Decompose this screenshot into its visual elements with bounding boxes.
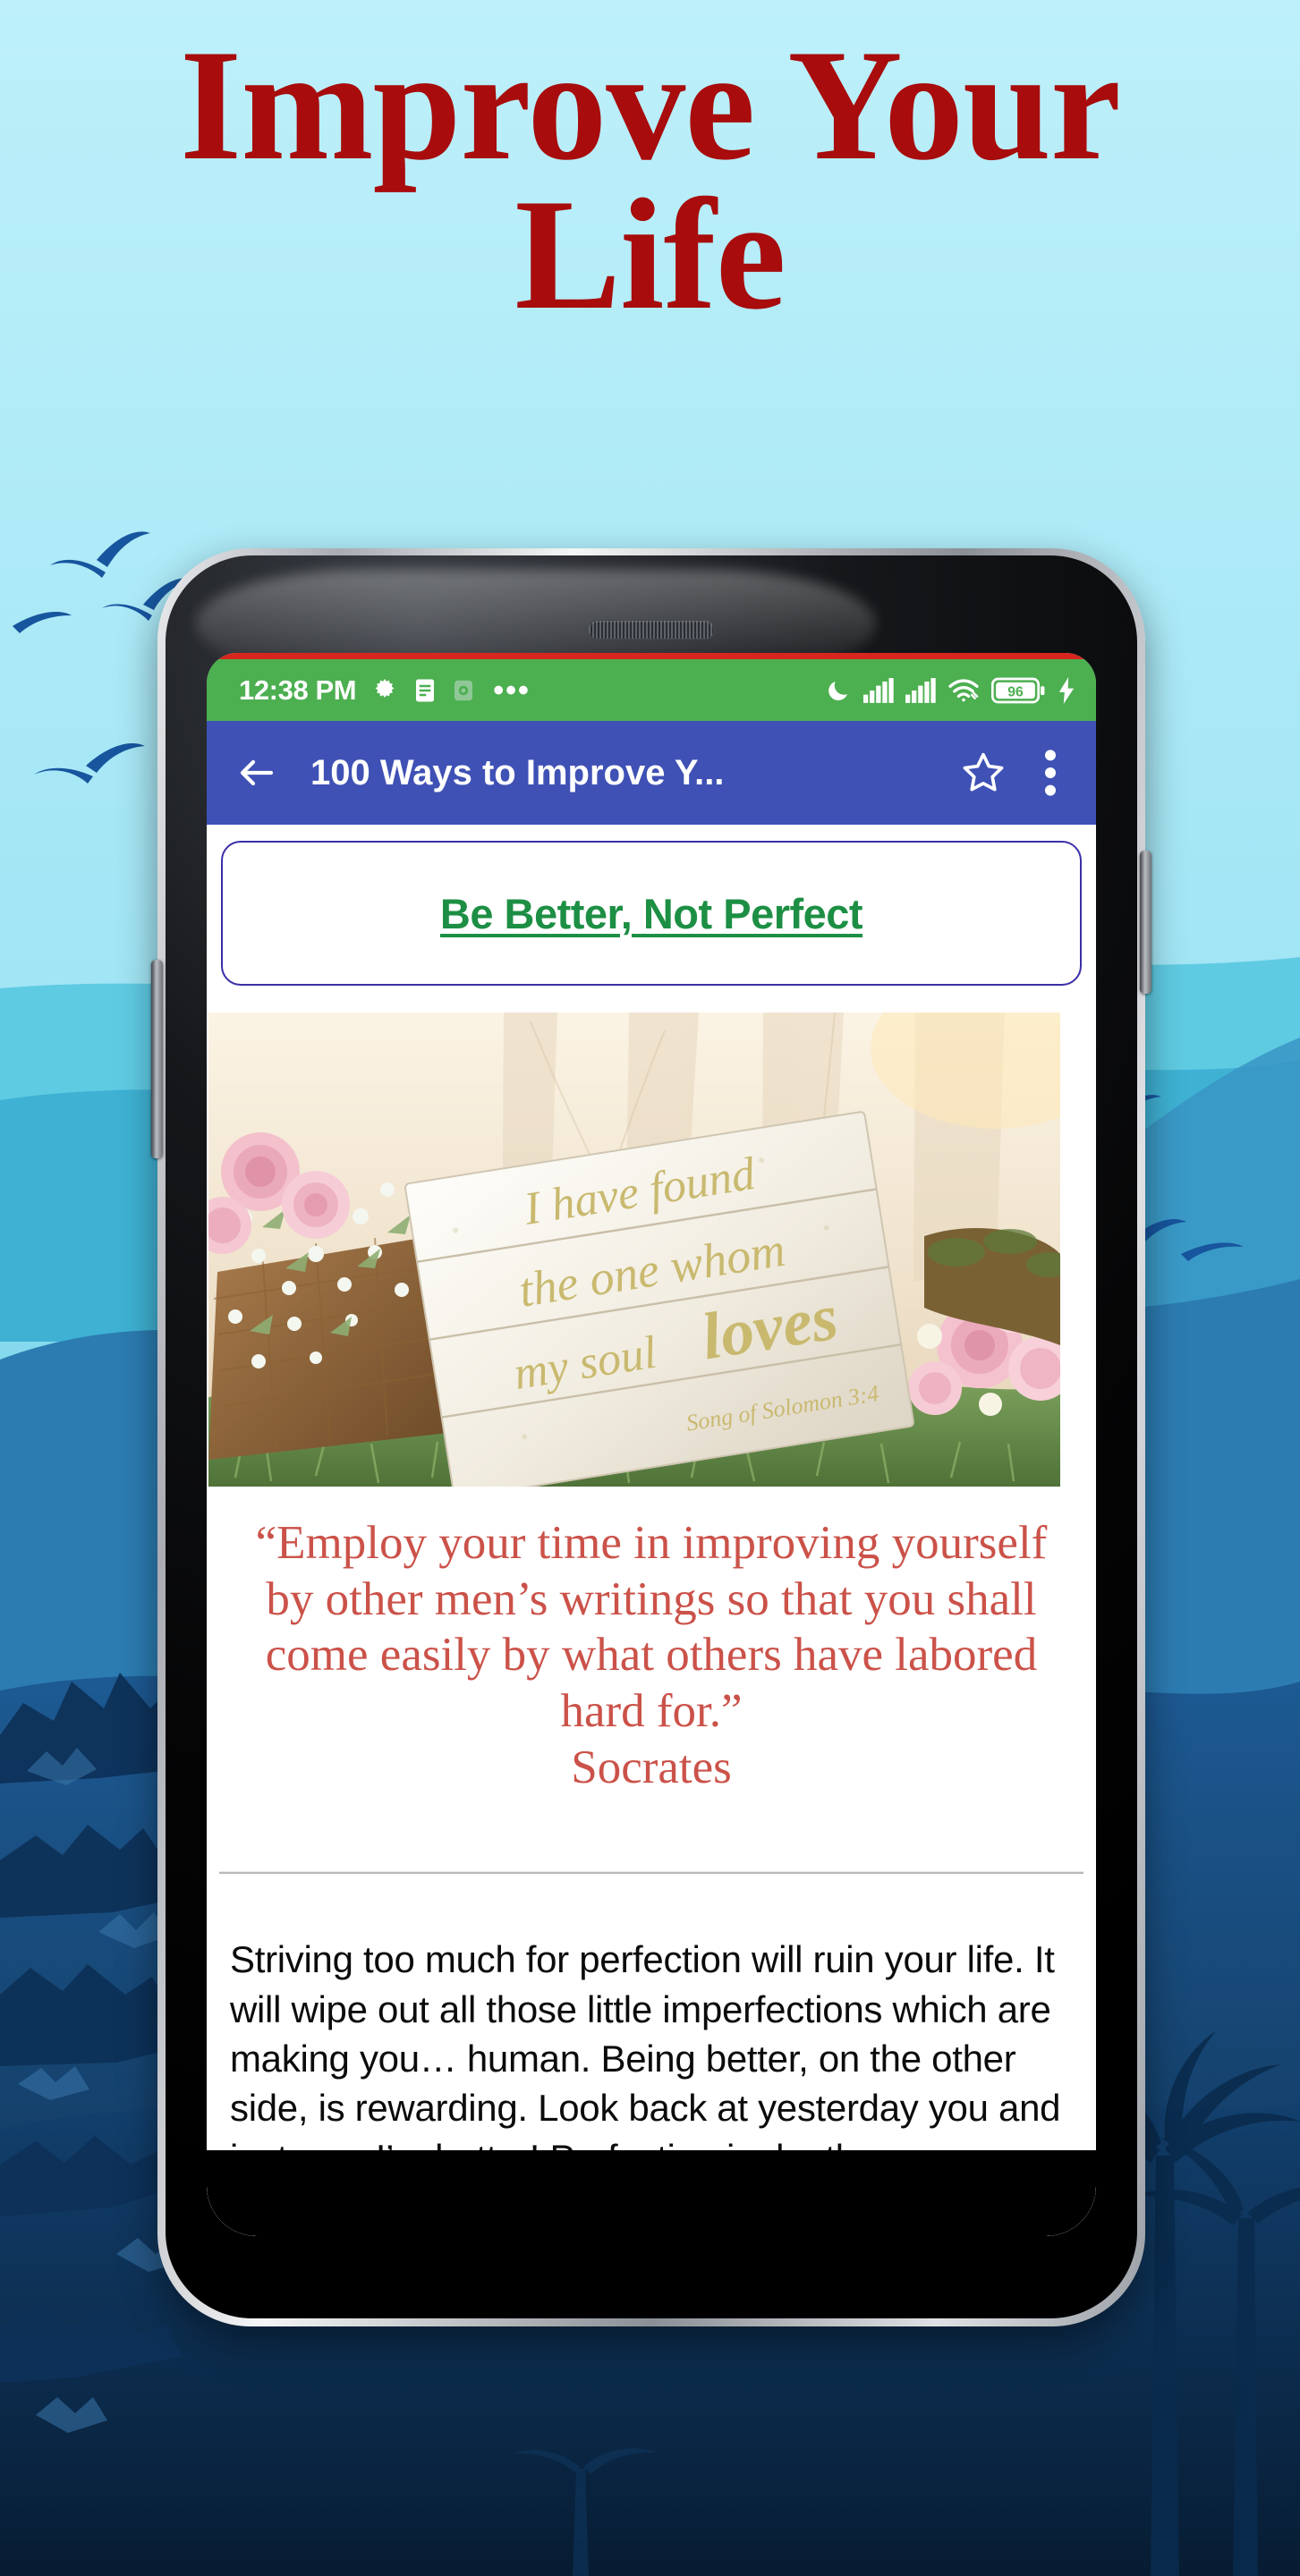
status-overflow-dots: ••• xyxy=(493,673,531,708)
article-quote: “Employ your time in improving yourself … xyxy=(255,1517,1048,1737)
status-bar-right: 96 xyxy=(825,676,1076,704)
status-bar: 12:38 PM ••• 96 xyxy=(207,659,1096,721)
article-title-card[interactable]: Be Better, Not Perfect xyxy=(221,841,1082,986)
gear-icon xyxy=(371,677,398,704)
article-photo-illustration: I have found the one whom my soul loves … xyxy=(208,1013,1060,1487)
signal-icon xyxy=(905,677,936,703)
phone-mockup: 12:38 PM ••• 96 100 Ways to Improve Y...… xyxy=(151,548,1151,2326)
screen-top-accent-line xyxy=(207,653,1096,659)
overflow-menu-icon[interactable] xyxy=(1028,744,1073,801)
document-icon xyxy=(413,677,437,704)
favorite-star-icon[interactable] xyxy=(955,744,1012,801)
status-bar-left: 12:38 PM ••• xyxy=(239,674,531,707)
back-button[interactable] xyxy=(230,746,284,800)
battery-icon: 96 xyxy=(991,677,1045,704)
status-time: 12:38 PM xyxy=(239,674,357,706)
charging-bolt-icon xyxy=(1057,676,1076,704)
article-content[interactable]: Be Better, Not Perfect I have found the … xyxy=(207,825,1096,2236)
volume-button[interactable] xyxy=(151,960,163,1158)
svg-text:96: 96 xyxy=(1007,684,1024,699)
app-bar-title: 100 Ways to Improve Y... xyxy=(310,752,725,792)
signal-icon xyxy=(863,677,894,703)
power-button[interactable] xyxy=(1140,851,1151,994)
article-body-text: Striving too much for perfection will ru… xyxy=(230,1938,1061,2236)
phone-screen: 12:38 PM ••• 96 100 Ways to Improve Y...… xyxy=(207,653,1096,2236)
promo-headline-line2: Life xyxy=(514,165,786,343)
moon-icon xyxy=(825,677,852,704)
article-quote-author: Socrates xyxy=(571,1741,732,1794)
app-bar: 100 Ways to Improve Y... xyxy=(207,721,1096,825)
camera-icon xyxy=(452,677,475,704)
wifi-icon xyxy=(947,677,980,704)
article-title-link[interactable]: Be Better, Not Perfect xyxy=(440,889,863,938)
article-photo: I have found the one whom my soul loves … xyxy=(208,1013,1060,1487)
earpiece-speaker-icon xyxy=(588,620,715,640)
promo-headline: Improve Your Life xyxy=(0,25,1300,343)
